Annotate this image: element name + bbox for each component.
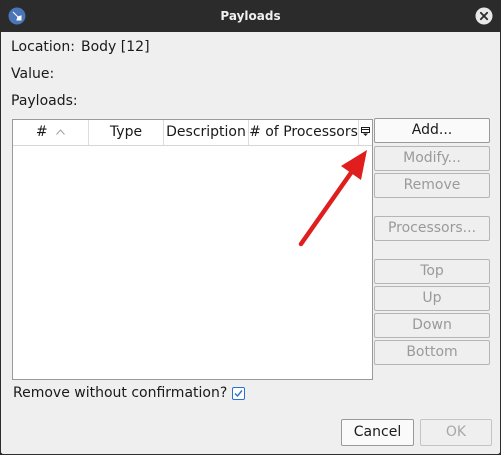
modify-button[interactable]: Modify...: [374, 146, 490, 171]
column-header-label: #: [35, 124, 48, 140]
top-button[interactable]: Top: [374, 259, 490, 284]
bottom-button[interactable]: Bottom: [374, 340, 490, 365]
close-icon[interactable]: [475, 7, 493, 25]
add-button[interactable]: Add...: [374, 118, 490, 143]
sort-ascending-icon: [56, 129, 65, 135]
column-chooser-button[interactable]: [359, 120, 372, 145]
remove-confirmation-label: Remove without confirmation?: [13, 385, 228, 401]
table-header: # Type Description # of Processors: [13, 120, 372, 146]
column-header-type[interactable]: Type: [89, 120, 164, 145]
value-label: Value:: [11, 66, 55, 82]
window-title: Payloads: [220, 9, 281, 23]
remove-button[interactable]: Remove: [374, 173, 490, 198]
payloads-label: Payloads:: [11, 93, 78, 109]
processors-button[interactable]: Processors...: [374, 216, 490, 241]
checkmark-icon: [234, 390, 243, 398]
cancel-button[interactable]: Cancel: [341, 419, 414, 446]
location-value: Body [12]: [81, 39, 150, 55]
payloads-dialog: Payloads Location: Body [12] Value: Payl…: [0, 0, 501, 455]
dialog-body: Location: Body [12] Value: Payloads: # T…: [1, 32, 500, 454]
up-button[interactable]: Up: [374, 286, 490, 311]
column-header-number[interactable]: #: [13, 120, 89, 145]
remove-confirmation-checkbox[interactable]: [232, 387, 245, 400]
column-chooser-icon: [361, 127, 370, 136]
down-button[interactable]: Down: [374, 313, 490, 338]
ok-button[interactable]: OK: [420, 419, 492, 446]
location-label: Location:: [11, 39, 75, 55]
title-bar[interactable]: Payloads: [0, 0, 501, 32]
column-header-description[interactable]: Description: [164, 120, 249, 145]
annotation-arrow-icon: [298, 150, 367, 247]
column-header-processors[interactable]: # of Processors: [249, 120, 359, 145]
